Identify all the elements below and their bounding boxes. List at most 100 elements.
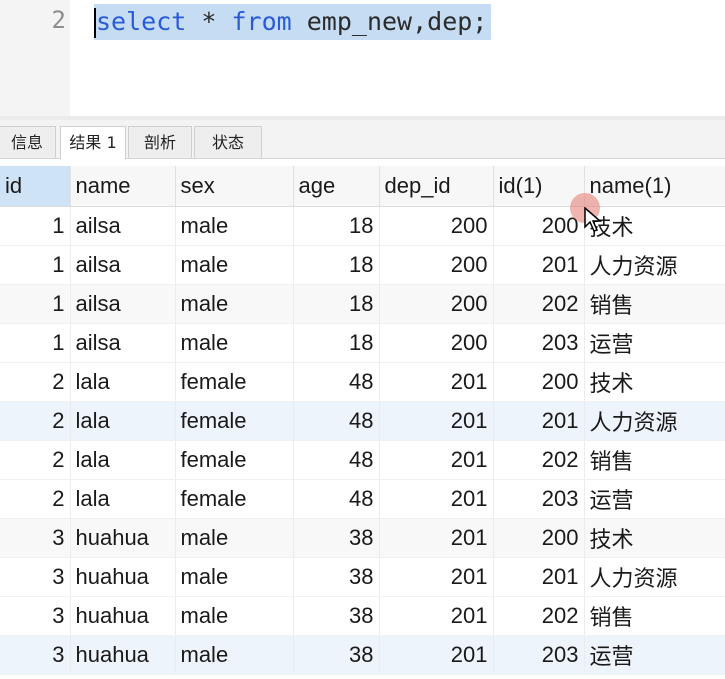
cell-id[interactable]: 3 (0, 518, 71, 558)
cell-id-1[interactable]: 203 (493, 635, 585, 675)
cell-name-1[interactable]: 人力资源 (584, 401, 725, 441)
cell-dep-id[interactable]: 201 (379, 518, 494, 558)
cell-sex[interactable]: male (175, 323, 294, 363)
cell-id-1[interactable]: 200 (493, 518, 585, 558)
table-row[interactable]: 3 huahua male 38 201 201 人力资源 (0, 557, 725, 597)
cell-sex[interactable]: male (175, 284, 294, 324)
sql-editor[interactable]: 2 select * from emp_new,dep; (0, 0, 725, 118)
cell-sex[interactable]: male (175, 518, 294, 558)
table-row[interactable]: 1 ailsa male 18 200 203 运营 (0, 323, 725, 363)
table-row[interactable]: 2 lala female 48 201 201 人力资源 (0, 401, 725, 441)
cell-name[interactable]: ailsa (70, 206, 176, 246)
cell-sex[interactable]: male (175, 245, 294, 285)
cell-id-1[interactable]: 200 (493, 362, 585, 402)
column-header-id-1[interactable]: id(1) (493, 166, 585, 207)
table-row[interactable]: 1 ailsa male 18 200 202 销售 (0, 284, 725, 324)
cell-id[interactable]: 1 (0, 245, 71, 285)
table-row[interactable]: 1 ailsa male 18 200 200 技术 (0, 206, 725, 246)
cell-dep-id[interactable]: 200 (379, 284, 494, 324)
table-row[interactable]: 2 lala female 48 201 203 运营 (0, 479, 725, 519)
cell-sex[interactable]: female (175, 401, 294, 441)
cell-id[interactable]: 2 (0, 440, 71, 480)
cell-name-1[interactable]: 销售 (584, 596, 725, 636)
cell-dep-id[interactable]: 201 (379, 479, 494, 519)
cell-name[interactable]: huahua (70, 635, 176, 675)
cell-name[interactable]: ailsa (70, 284, 176, 324)
column-header-dep-id[interactable]: dep_id (379, 166, 494, 207)
cell-name[interactable]: lala (70, 401, 176, 441)
cell-name-1[interactable]: 销售 (584, 440, 725, 480)
cell-sex[interactable]: male (175, 635, 294, 675)
cell-dep-id[interactable]: 200 (379, 206, 494, 246)
cell-name[interactable]: lala (70, 479, 176, 519)
cell-name-1[interactable]: 运营 (584, 635, 725, 675)
cell-id-1[interactable]: 201 (493, 245, 585, 285)
cell-sex[interactable]: female (175, 362, 294, 402)
cell-sex[interactable]: male (175, 557, 294, 597)
cell-age[interactable]: 38 (293, 557, 380, 597)
cell-id-1[interactable]: 202 (493, 596, 585, 636)
cell-id[interactable]: 1 (0, 284, 71, 324)
cell-id-1[interactable]: 201 (493, 401, 585, 441)
cell-age[interactable]: 38 (293, 635, 380, 675)
cell-id[interactable]: 2 (0, 362, 71, 402)
column-header-sex[interactable]: sex (175, 166, 294, 207)
cell-name[interactable]: huahua (70, 596, 176, 636)
cell-name-1[interactable]: 技术 (584, 518, 725, 558)
tab-profile[interactable]: 剖析 (128, 126, 192, 158)
cell-sex[interactable]: male (175, 596, 294, 636)
cell-id[interactable]: 1 (0, 323, 71, 363)
cell-dep-id[interactable]: 201 (379, 401, 494, 441)
cell-id[interactable]: 1 (0, 206, 71, 246)
cell-id-1[interactable]: 202 (493, 440, 585, 480)
cell-dep-id[interactable]: 201 (379, 440, 494, 480)
cell-name-1[interactable]: 运营 (584, 479, 725, 519)
table-row[interactable]: 2 lala female 48 201 200 技术 (0, 362, 725, 402)
column-header-name-1[interactable]: name(1) (584, 166, 725, 207)
cell-age[interactable]: 18 (293, 284, 380, 324)
cell-id[interactable]: 2 (0, 479, 71, 519)
cell-name-1[interactable]: 人力资源 (584, 245, 725, 285)
cell-name-1[interactable]: 人力资源 (584, 557, 725, 597)
cell-age[interactable]: 38 (293, 518, 380, 558)
cell-name[interactable]: huahua (70, 557, 176, 597)
cell-name[interactable]: huahua (70, 518, 176, 558)
table-row[interactable]: 3 huahua male 38 201 202 销售 (0, 596, 725, 636)
cell-name[interactable]: ailsa (70, 323, 176, 363)
cell-name[interactable]: ailsa (70, 245, 176, 285)
table-row[interactable]: 2 lala female 48 201 202 销售 (0, 440, 725, 480)
cell-id-1[interactable]: 201 (493, 557, 585, 597)
cell-name[interactable]: lala (70, 362, 176, 402)
cell-sex[interactable]: female (175, 440, 294, 480)
cell-dep-id[interactable]: 201 (379, 596, 494, 636)
code-line-selected[interactable]: select * from emp_new,dep; (94, 4, 492, 40)
cell-age[interactable]: 48 (293, 362, 380, 402)
result-grid[interactable]: id name sex age dep_id id(1) name(1) 1 ai… (0, 166, 725, 675)
cell-age[interactable]: 18 (293, 206, 380, 246)
cell-age[interactable]: 48 (293, 440, 380, 480)
table-row[interactable]: 3 huahua male 38 201 200 技术 (0, 518, 725, 558)
cell-id-1[interactable]: 203 (493, 323, 585, 363)
tab-info[interactable]: 信息 (0, 126, 56, 158)
cell-dep-id[interactable]: 200 (379, 323, 494, 363)
cell-dep-id[interactable]: 201 (379, 362, 494, 402)
column-header-age[interactable]: age (293, 166, 380, 207)
cell-dep-id[interactable]: 201 (379, 635, 494, 675)
cell-sex[interactable]: female (175, 479, 294, 519)
cell-age[interactable]: 48 (293, 401, 380, 441)
table-row[interactable]: 1 ailsa male 18 200 201 人力资源 (0, 245, 725, 285)
cell-name-1[interactable]: 运营 (584, 323, 725, 363)
cell-id-1[interactable]: 202 (493, 284, 585, 324)
cell-age[interactable]: 38 (293, 596, 380, 636)
cell-name-1[interactable]: 技术 (584, 362, 725, 402)
cell-id[interactable]: 2 (0, 401, 71, 441)
column-header-name[interactable]: name (70, 166, 176, 207)
cell-id[interactable]: 3 (0, 557, 71, 597)
cell-name[interactable]: lala (70, 440, 176, 480)
cell-sex[interactable]: male (175, 206, 294, 246)
cell-age[interactable]: 18 (293, 245, 380, 285)
table-row[interactable]: 3 huahua male 38 201 203 运营 (0, 635, 725, 675)
cell-dep-id[interactable]: 201 (379, 557, 494, 597)
tab-status[interactable]: 状态 (194, 126, 262, 158)
tab-result-1[interactable]: 结果 1 (60, 126, 126, 159)
